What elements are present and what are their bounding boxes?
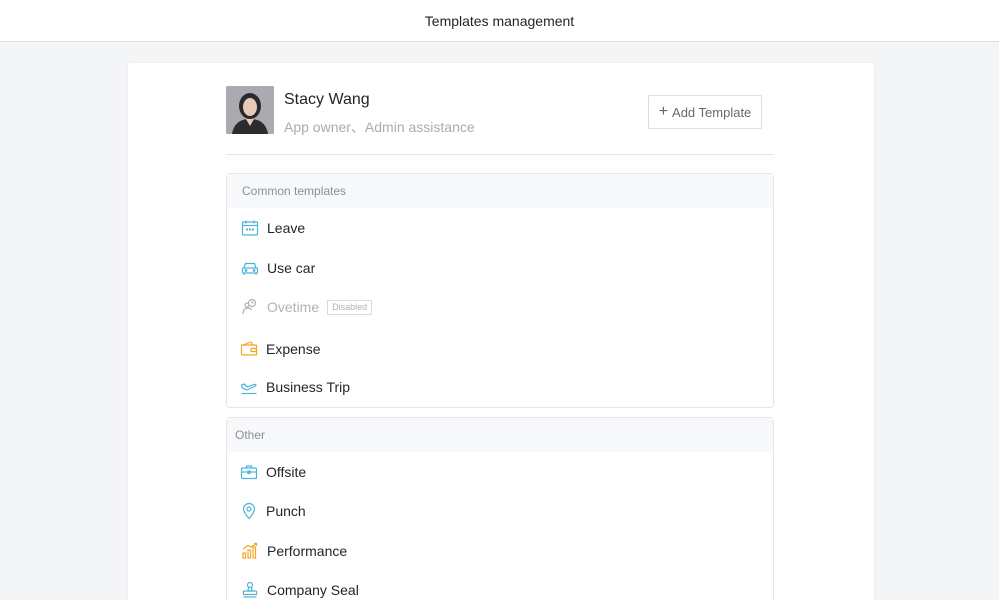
template-item-label: Company Seal (267, 582, 359, 598)
avatar (226, 86, 274, 134)
user-name: Stacy Wang (284, 91, 370, 108)
briefcase-icon (240, 463, 258, 481)
template-item-company-seal[interactable]: Company Seal (241, 581, 359, 599)
group-header: Common templates (227, 174, 773, 208)
template-item-use-car[interactable]: Use car (241, 259, 315, 277)
templates-card: Stacy Wang App owner、Admin assistance + … (128, 63, 874, 600)
other-templates-group: Other Offsite Punch Performance Company … (226, 417, 774, 600)
template-item-performance[interactable]: Performance (241, 542, 347, 560)
wallet-icon (240, 340, 258, 358)
template-item-label: Punch (266, 503, 306, 519)
template-item-label: Offsite (266, 464, 307, 480)
person-clock-icon (241, 298, 259, 316)
disabled-badge: Disabled (327, 299, 373, 315)
group-header: Other (227, 418, 773, 452)
template-item-expense[interactable]: Expense (240, 340, 320, 358)
add-template-button[interactable]: + Add Template (648, 95, 762, 129)
location-pin-icon (240, 502, 258, 520)
add-template-label: Add Template (672, 104, 752, 120)
top-bar: Templates management (0, 0, 999, 42)
templates-content: Stacy Wang App owner、Admin assistance + … (226, 63, 774, 600)
airplane-icon (240, 378, 258, 396)
user-profile: Stacy Wang App owner、Admin assistance + … (226, 63, 774, 155)
user-role: App owner、Admin assistance (284, 119, 475, 135)
template-item-label: Performance (267, 543, 348, 559)
template-item-leave[interactable]: Leave (241, 219, 305, 237)
calendar-icon (241, 219, 259, 237)
plus-icon: + (658, 103, 669, 120)
common-templates-group: Common templates Leave Use car Ovetime D… (226, 173, 774, 408)
template-item-label: Use car (267, 260, 316, 276)
bar-chart-icon (241, 542, 259, 560)
template-item-label: Expense (266, 341, 321, 357)
template-item-label: Ovetime (267, 299, 320, 315)
template-item-punch[interactable]: Punch (240, 502, 306, 520)
template-item-business-trip[interactable]: Business Trip (240, 378, 350, 396)
template-item-overtime[interactable]: Ovetime Disabled (241, 298, 373, 316)
page-title: Templates management (424, 12, 575, 29)
seal-stamp-icon (241, 581, 259, 599)
template-item-label: Business Trip (266, 379, 351, 395)
template-item-offsite[interactable]: Offsite (240, 463, 306, 481)
car-icon (241, 259, 259, 277)
template-item-label: Leave (267, 220, 306, 236)
